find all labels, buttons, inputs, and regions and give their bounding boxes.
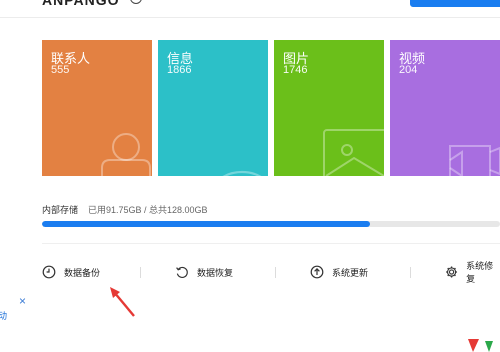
tile-messages[interactable]: 信息 1866: [158, 40, 268, 176]
tile-videos[interactable]: 视频 204: [390, 40, 500, 176]
tile-count: 1866: [167, 64, 192, 76]
system-repair-label: 系统修复: [466, 261, 494, 284]
top-divider: [0, 17, 500, 18]
gear-icon: [446, 266, 458, 278]
tile-count: 204: [399, 64, 418, 76]
restore-icon: [176, 266, 188, 278]
storage-progress-bar: [42, 221, 500, 227]
action-separator: [410, 267, 411, 278]
close-icon[interactable]: ×: [19, 294, 26, 308]
info-icon[interactable]: [130, 0, 142, 4]
clock-icon: [42, 265, 56, 279]
storage-label: 内部存储: [42, 205, 79, 215]
annotation-arrow: [110, 287, 135, 317]
side-panel-text[interactable]: 动: [0, 309, 7, 322]
app-logo: [465, 335, 500, 352]
restore-label: 数据恢复: [197, 267, 234, 278]
action-separator: [140, 267, 141, 278]
system-update-button[interactable]: 系统更新: [310, 262, 368, 282]
top-bar: ANPANGO: [0, 0, 500, 14]
section-divider: [42, 243, 500, 244]
action-separator: [275, 267, 276, 278]
restore-button[interactable]: 数据恢复: [175, 262, 233, 282]
backup-button[interactable]: 数据备份: [42, 262, 100, 282]
tile-count: 1746: [283, 64, 308, 76]
tile-count: 555: [51, 64, 70, 76]
system-repair-button[interactable]: 系统修复: [445, 261, 500, 284]
storage-progress-fill: [42, 221, 371, 227]
device-name: ANPANGO: [42, 0, 120, 8]
top-action-button[interactable]: [410, 0, 500, 7]
system-update-label: 系统更新: [332, 267, 369, 278]
storage-used-text: 已用91.75GB / 总共128.00GB: [88, 205, 208, 215]
backup-label: 数据备份: [64, 267, 101, 278]
tile-photos[interactable]: 图片 1746: [274, 40, 384, 176]
upload-arrow-icon: [310, 265, 324, 279]
tile-contacts[interactable]: 联系人 555: [42, 40, 152, 176]
